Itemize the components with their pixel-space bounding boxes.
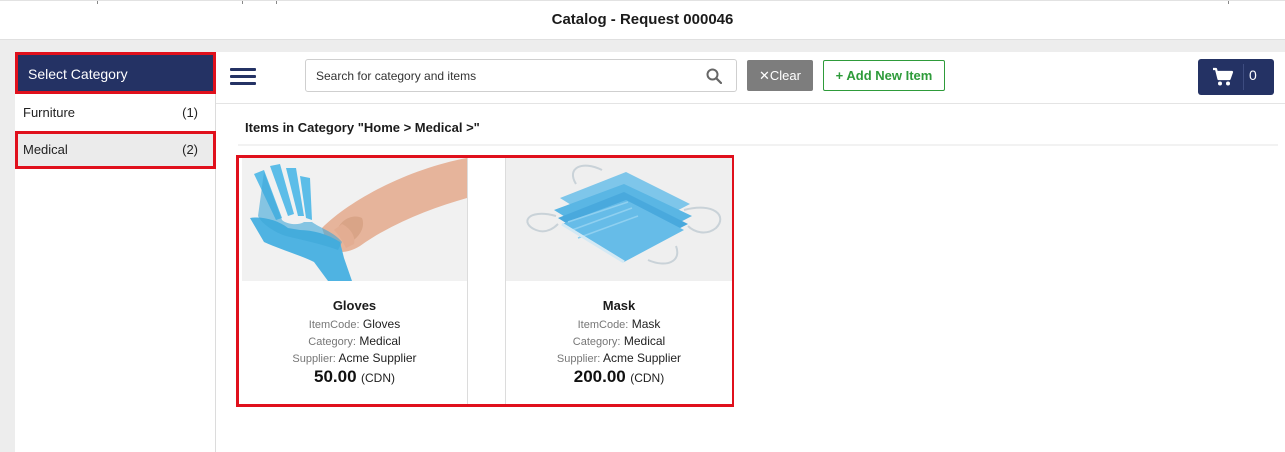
item-supplier-row: Supplier: Acme Supplier bbox=[506, 351, 732, 365]
item-category-label: Category: bbox=[572, 336, 621, 348]
select-category-header: Select Category bbox=[15, 52, 216, 94]
clear-label: Clear bbox=[769, 68, 801, 83]
page-title: Catalog - Request 000046 bbox=[551, 11, 734, 28]
plus-icon: + bbox=[835, 68, 847, 83]
sidebar-item-label: Medical bbox=[23, 142, 68, 157]
item-category-row: Category: Medical bbox=[242, 334, 467, 348]
sidebar-item-count: (2) bbox=[182, 142, 198, 157]
item-supplier-value: Acme Supplier bbox=[603, 351, 682, 365]
close-icon: ✕ bbox=[759, 68, 770, 83]
item-name: Mask bbox=[602, 298, 636, 313]
item-card-mask[interactable]: Mask ItemCode: Mask Category: Medical Su… bbox=[505, 158, 732, 404]
cart-count: 0 bbox=[1249, 67, 1257, 83]
item-category-value: Medical bbox=[359, 334, 401, 348]
divider bbox=[97, 1, 98, 4]
title-bar: Catalog - Request 000046 bbox=[0, 0, 1285, 40]
sidebar-item-label: Furniture bbox=[23, 105, 76, 120]
item-price-currency: (CDN) bbox=[630, 371, 665, 385]
gloves-image bbox=[242, 158, 467, 281]
add-new-item-button[interactable]: + Add New Item bbox=[823, 60, 945, 91]
mask-image bbox=[506, 158, 732, 281]
item-price: 50.00 (CDN) bbox=[242, 367, 467, 387]
main-panel: ✕Clear + Add New Item 0 Items in Categor… bbox=[216, 52, 1285, 452]
item-code-value: Mask bbox=[631, 317, 661, 331]
add-new-item-label: Add New Item bbox=[846, 68, 933, 83]
search-box bbox=[305, 59, 737, 92]
item-card-gloves[interactable]: Gloves ItemCode: Gloves Category: Medica… bbox=[242, 158, 468, 404]
hamburger-menu-icon[interactable] bbox=[230, 68, 256, 86]
item-category-value: Medical bbox=[623, 334, 666, 348]
item-name: Gloves bbox=[332, 298, 377, 313]
category-heading: Items in Category "Home > Medical >" bbox=[245, 120, 480, 135]
sidebar-item-furniture[interactable]: Furniture (1) bbox=[15, 94, 216, 132]
item-supplier-value: Acme Supplier bbox=[338, 351, 417, 365]
clear-button[interactable]: ✕Clear bbox=[747, 60, 813, 91]
toolbar: ✕Clear + Add New Item 0 bbox=[216, 52, 1285, 104]
cart-icon bbox=[1213, 67, 1234, 86]
divider bbox=[1228, 1, 1229, 4]
item-code-value: Gloves bbox=[362, 317, 401, 331]
item-price-value: 200.00 bbox=[573, 367, 626, 386]
item-code-label: ItemCode: bbox=[308, 319, 360, 331]
item-code-label: ItemCode: bbox=[577, 319, 629, 331]
search-icon[interactable] bbox=[706, 68, 722, 84]
cart-button[interactable]: 0 bbox=[1198, 59, 1274, 95]
item-price-value: 50.00 bbox=[314, 367, 357, 386]
divider bbox=[242, 1, 243, 4]
item-supplier-label: Supplier: bbox=[292, 353, 336, 365]
item-grid: Gloves ItemCode: Gloves Category: Medica… bbox=[236, 155, 734, 407]
divider bbox=[1243, 64, 1244, 90]
search-input[interactable] bbox=[306, 60, 696, 91]
item-supplier-label: Supplier: bbox=[556, 353, 601, 365]
item-category-label: Category: bbox=[308, 336, 356, 348]
item-code-row: ItemCode: Gloves bbox=[242, 317, 467, 331]
item-supplier-row: Supplier: Acme Supplier bbox=[242, 351, 467, 365]
item-code-row: ItemCode: Mask bbox=[506, 317, 732, 331]
sidebar-item-count: (1) bbox=[182, 105, 198, 120]
category-sidebar: Select Category Furniture (1) Medical (2… bbox=[15, 52, 216, 452]
divider bbox=[238, 144, 1278, 146]
card-gap bbox=[469, 158, 505, 404]
sidebar-item-medical[interactable]: Medical (2) bbox=[15, 131, 216, 169]
item-price-currency: (CDN) bbox=[361, 371, 395, 385]
item-category-row: Category: Medical bbox=[506, 334, 732, 348]
divider bbox=[276, 1, 277, 4]
item-price: 200.00 (CDN) bbox=[506, 367, 732, 387]
